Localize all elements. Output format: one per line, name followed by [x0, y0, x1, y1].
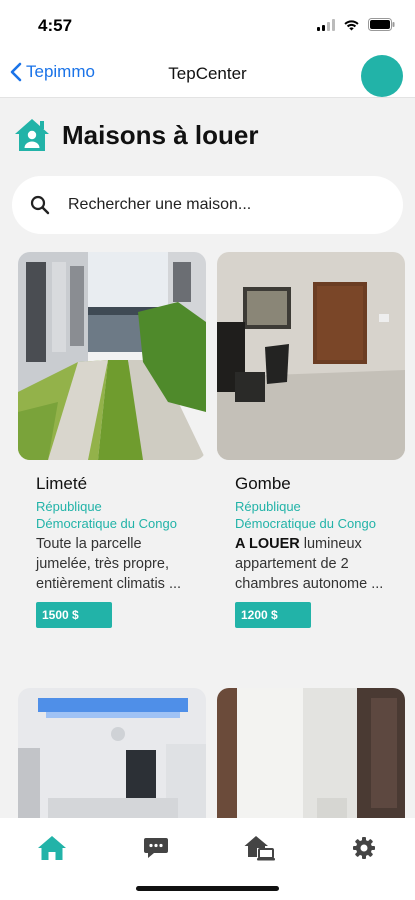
search-icon: [30, 195, 50, 215]
home-indicator: [136, 886, 279, 891]
listing-photo[interactable]: [217, 688, 405, 820]
chat-icon: [144, 838, 168, 858]
nav-bar: Tepimmo TepCenter: [0, 50, 415, 98]
listing-name: Gombe: [235, 474, 291, 493]
house-user-icon: [15, 119, 49, 151]
page-header: Maisons à louer: [14, 118, 259, 152]
tab-home[interactable]: [32, 830, 72, 866]
tab-bar: [0, 818, 415, 900]
status-bar: 4:57: [0, 0, 415, 50]
listing-photo[interactable]: [18, 252, 206, 460]
price-badge: 1200 $: [235, 602, 311, 628]
listing-card[interactable]: [217, 688, 405, 820]
listing-photo[interactable]: [217, 252, 405, 460]
listing-description: Toute la parcelle jumelée, très propre, …: [36, 536, 182, 592]
battery-icon: [368, 18, 395, 31]
wifi-icon: [344, 19, 359, 30]
signal-icon: [317, 18, 335, 31]
search-input[interactable]: [68, 196, 368, 214]
listing-description-highlight: A LOUER: [235, 536, 300, 552]
tab-settings[interactable]: [344, 830, 384, 866]
page-title: Maisons à louer: [62, 119, 259, 150]
listing-name: Limeté: [36, 474, 88, 493]
house-laptop-icon: [244, 836, 275, 861]
status-time: 4:57: [38, 16, 73, 35]
listing-description: A LOUER lumineux appartement de 2 chambr…: [235, 534, 395, 594]
nav-title: TepCenter: [168, 64, 247, 83]
listing-photo[interactable]: [18, 688, 206, 820]
gear-icon: [353, 837, 375, 859]
listing-card[interactable]: [18, 688, 206, 820]
home-icon: [38, 836, 66, 860]
tab-my-listings[interactable]: [240, 830, 280, 866]
tab-messages[interactable]: [136, 830, 176, 866]
avatar[interactable]: [361, 55, 403, 97]
status-icons: [317, 18, 395, 31]
listing-country: République Démocratique du Congo: [235, 499, 376, 531]
price-badge: 1500 $: [36, 602, 112, 628]
listing-card[interactable]: Gombe République Démocratique du Congo A…: [217, 252, 405, 628]
listing-country: République Démocratique du Congo: [36, 499, 177, 531]
search-box[interactable]: [12, 176, 403, 234]
listing-card[interactable]: Limeté République Démocratique du Congo …: [18, 252, 206, 628]
